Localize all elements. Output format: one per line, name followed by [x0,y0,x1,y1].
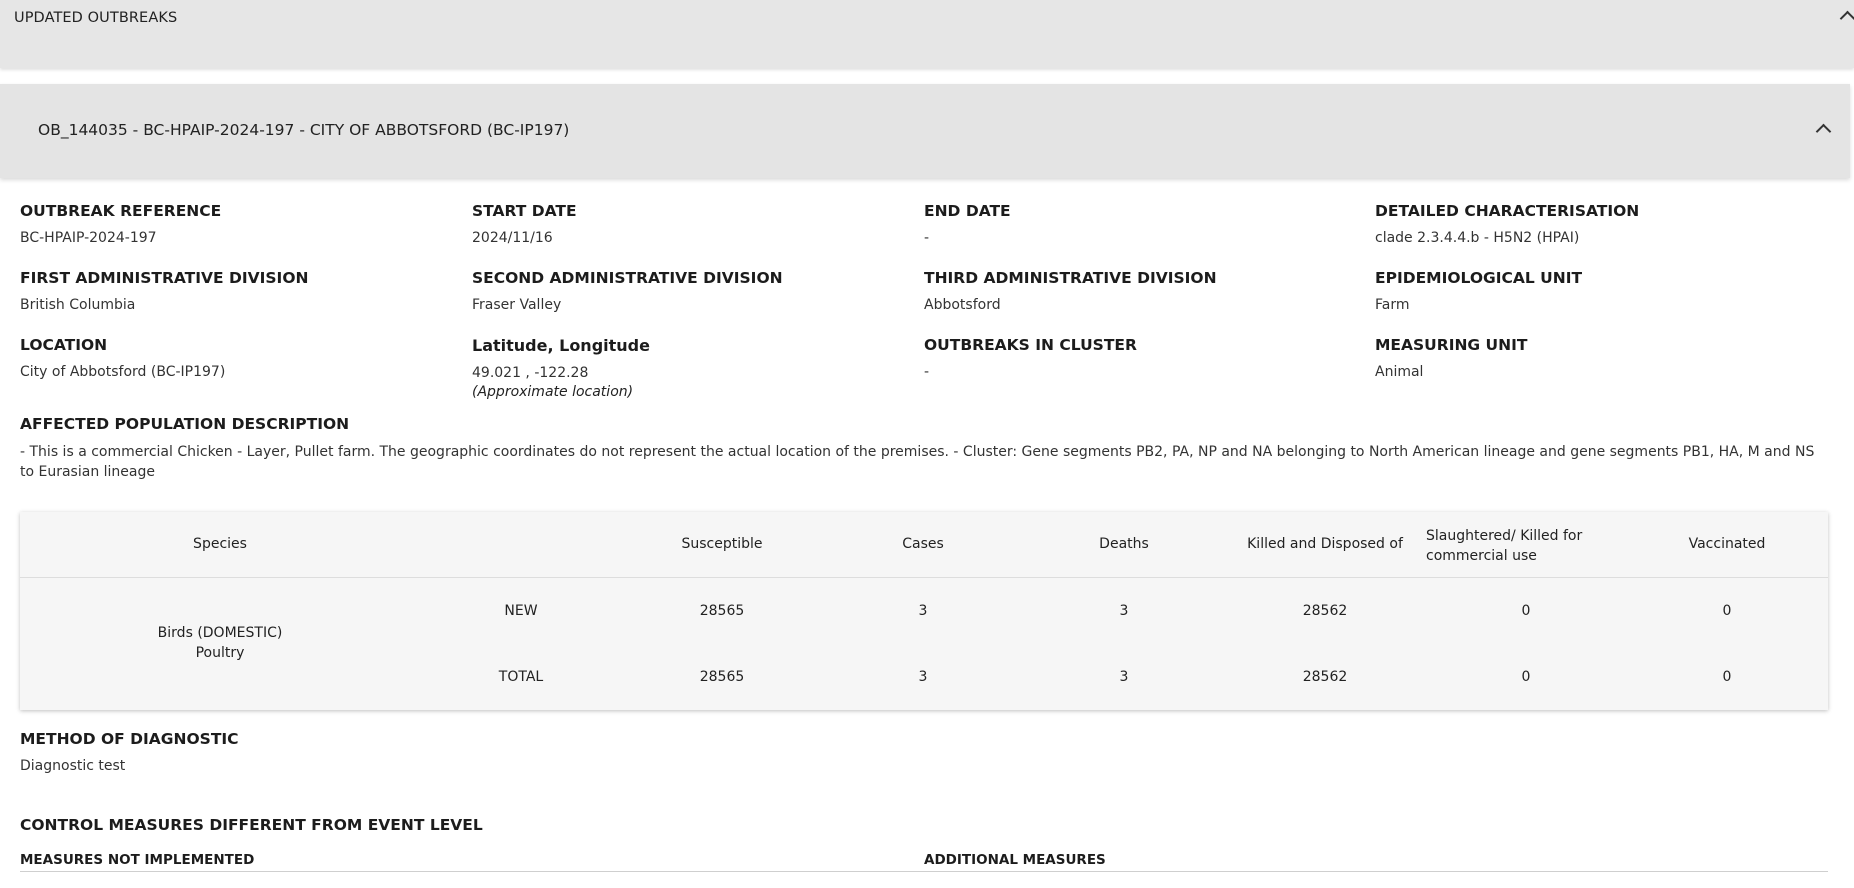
col-header-vaccinated: Vaccinated [1688,536,1766,552]
additional-measures-label: ADDITIONAL MEASURES [924,852,1106,868]
cell-deaths: 3 [1119,669,1129,685]
species-type: Poultry [195,645,245,661]
col-header-killed-disposed: Killed and Disposed of [1247,536,1403,552]
cell-killed-disposed: 28562 [1302,603,1348,619]
field-label: Latitude, Longitude [472,336,650,355]
cell-killed-disposed: 28562 [1302,669,1348,685]
col-header-cases: Cases [902,536,944,552]
field-value: City of Abbotsford (BC-IP197) [20,364,226,380]
field-value: BC-HPAIP-2024-197 [20,230,157,246]
cell-slaughtered: 0 [1521,603,1531,619]
measures-not-implemented-label: MEASURES NOT IMPLEMENTED [20,852,255,868]
field-outbreaks-in-cluster: OUTBREAKS IN CLUSTER - [924,336,1137,380]
cell-cases: 3 [918,669,928,685]
field-value: Animal [1375,364,1424,380]
field-label: END DATE [924,202,1011,220]
field-label: DETAILED CHARACTERISATION [1375,202,1640,220]
divider [20,871,1828,872]
control-measures-label: CONTROL MEASURES DIFFERENT FROM EVENT LE… [20,816,483,834]
field-location: LOCATION City of Abbotsford (BC-IP197) [20,336,225,380]
field-value: - [924,230,930,246]
approximate-location-note: (Approximate location) [472,384,634,400]
field-outbreak-reference: OUTBREAK REFERENCE BC-HPAIP-2024-197 [20,202,221,246]
field-label: SECOND ADMINISTRATIVE DIVISION [472,269,783,287]
field-label: THIRD ADMINISTRATIVE DIVISION [924,269,1217,287]
row-type-total: TOTAL [498,669,544,685]
field-third-admin-division: THIRD ADMINISTRATIVE DIVISION Abbotsford [924,269,1217,313]
field-lat-long: Latitude, Longitude 49.021 , -122.28 (Ap… [472,336,650,400]
field-label: MEASURING UNIT [1375,336,1528,354]
field-value: clade 2.3.4.4.b - H5N2 (HPAI) [1375,230,1580,246]
field-value: British Columbia [20,297,136,313]
cell-vaccinated: 0 [1722,603,1732,619]
outbreak-panel-header[interactable]: OB_144035 - BC-HPAIP-2024-197 - CITY OF … [0,84,1850,178]
field-second-admin-division: SECOND ADMINISTRATIVE DIVISION Fraser Va… [472,269,783,313]
cell-susceptible: 28565 [699,669,745,685]
field-label: LOCATION [20,336,108,354]
col-header-species: Species [193,536,247,552]
updated-outbreaks-title: UPDATED OUTBREAKS [14,10,178,26]
cell-deaths: 3 [1119,603,1129,619]
col-header-deaths: Deaths [1099,536,1149,552]
field-value: - [924,364,930,380]
field-value: 2024/11/16 [472,230,553,246]
affected-population-label: AFFECTED POPULATION DESCRIPTION [20,415,350,433]
field-first-admin-division: FIRST ADMINISTRATIVE DIVISION British Co… [20,269,308,313]
field-value: Fraser Valley [472,297,562,313]
field-start-date: START DATE 2024/11/16 [472,202,577,246]
field-label: EPIDEMIOLOGICAL UNIT [1375,269,1583,287]
field-label: OUTBREAKS IN CLUSTER [924,336,1137,354]
updated-outbreaks-panel-header[interactable]: UPDATED OUTBREAKS [0,0,1854,68]
species-table: Species Susceptible Cases Deaths Killed … [20,512,1828,710]
method-of-diagnostic-label: METHOD OF DIAGNOSTIC [20,730,239,748]
affected-population-text: - This is a commercial Chicken - Layer, … [20,444,1815,480]
field-epidemiological-unit: EPIDEMIOLOGICAL UNIT Farm [1375,269,1582,313]
field-label: FIRST ADMINISTRATIVE DIVISION [20,269,309,287]
cell-vaccinated: 0 [1722,669,1732,685]
field-end-date: END DATE - [924,202,1011,246]
field-label: START DATE [472,202,577,220]
col-header-slaughtered: Slaughtered/ Killed for commercial use [1426,528,1583,564]
col-header-susceptible: Susceptible [681,536,763,552]
species-name: Birds (DOMESTIC) [157,625,283,641]
field-value: Abbotsford [924,297,1001,313]
method-of-diagnostic-value: Diagnostic test [20,758,126,774]
field-detailed-characterisation: DETAILED CHARACTERISATION clade 2.3.4.4.… [1375,202,1639,246]
cell-cases: 3 [918,603,928,619]
row-type-new: NEW [504,603,538,619]
field-value: Farm [1375,297,1410,313]
field-label: OUTBREAK REFERENCE [20,202,222,220]
outbreak-title: OB_144035 - BC-HPAIP-2024-197 - CITY OF … [38,121,570,139]
cell-susceptible: 28565 [699,603,745,619]
header-divider [20,577,1828,578]
chevron-up-icon[interactable] [1839,10,1854,27]
field-measuring-unit: MEASURING UNIT Animal [1375,336,1527,380]
field-value: 49.021 , -122.28 [472,365,589,381]
cell-slaughtered: 0 [1521,669,1531,685]
